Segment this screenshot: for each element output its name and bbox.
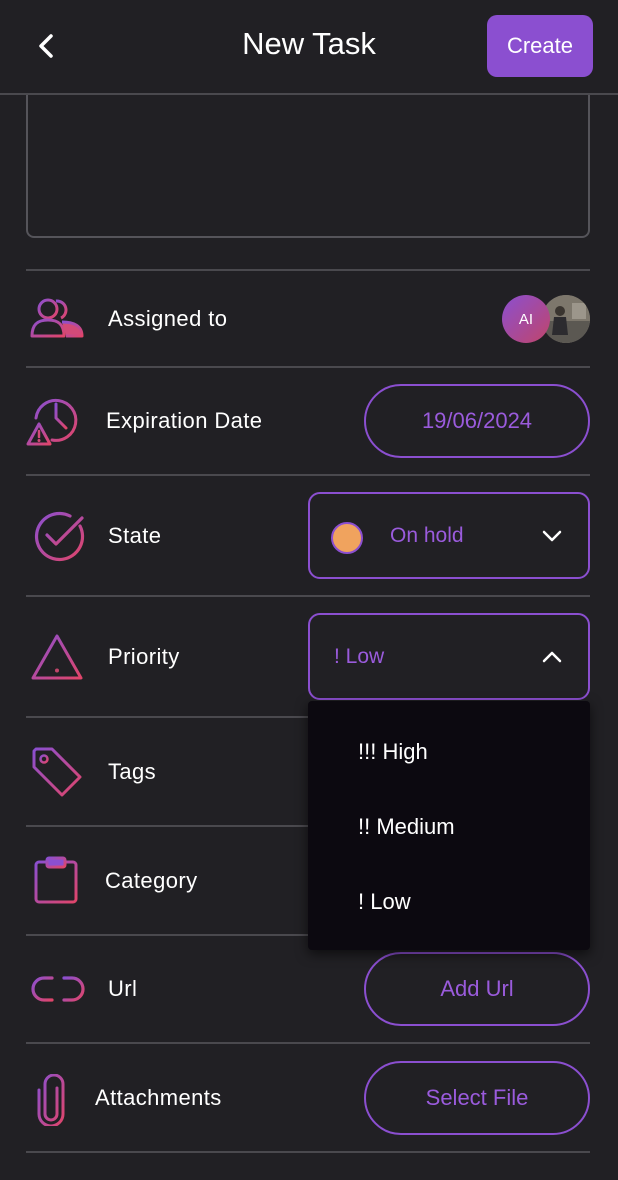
priority-option-high[interactable]: !!! High (308, 714, 590, 789)
create-button[interactable]: Create (487, 15, 593, 77)
state-value: On hold (390, 523, 464, 547)
attachments-label: Attachments (95, 1085, 222, 1110)
back-button[interactable] (28, 26, 64, 66)
back-icon (39, 34, 53, 58)
expiration-label: Expiration Date (106, 408, 263, 433)
priority-dropdown-menu: !!! High !! Medium ! Low (308, 701, 590, 950)
warning-icon (30, 632, 84, 682)
priority-select[interactable]: ! Low (308, 613, 590, 700)
paperclip-icon (36, 1074, 66, 1126)
users-icon (28, 296, 86, 342)
check-circle-icon (30, 508, 86, 564)
tag-icon (30, 745, 84, 799)
assigned-label: Assigned to (108, 306, 228, 331)
priority-value: ! Low (334, 644, 385, 668)
divider (26, 366, 590, 368)
priority-option-low[interactable]: ! Low (308, 864, 590, 939)
divider (26, 269, 590, 271)
chevron-up-icon (542, 651, 562, 662)
divider (26, 1042, 590, 1044)
header: New Task Create (0, 0, 618, 95)
add-url-button[interactable]: Add Url (364, 952, 590, 1026)
assignee-avatars[interactable]: AI (502, 295, 592, 345)
expiration-date-button[interactable]: 19/06/2024 (364, 384, 590, 458)
state-dot (331, 522, 363, 554)
clock-alert-icon (24, 394, 84, 450)
chevron-down-icon (542, 530, 562, 541)
avatar-initials: AI (502, 295, 550, 343)
select-file-button[interactable]: Select File (364, 1061, 590, 1135)
divider (26, 595, 590, 597)
divider (26, 474, 590, 476)
state-label: State (108, 523, 162, 548)
description-textarea[interactable] (26, 95, 590, 238)
priority-option-medium[interactable]: !! Medium (308, 789, 590, 864)
tags-label: Tags (108, 759, 157, 784)
state-select[interactable]: On hold (308, 492, 590, 579)
link-icon (30, 972, 86, 1006)
priority-label: Priority (108, 644, 180, 669)
clipboard-icon (32, 854, 80, 906)
category-label: Category (105, 868, 198, 893)
divider (26, 1151, 590, 1153)
url-label: Url (108, 976, 138, 1001)
